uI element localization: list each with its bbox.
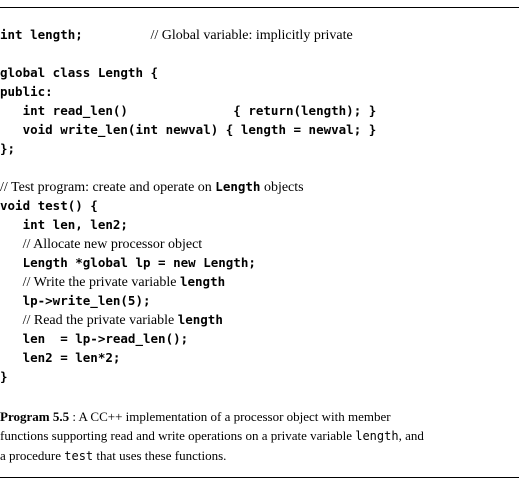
code-comment: // Test program: create and operate on bbox=[0, 180, 216, 195]
code-line: global class Length { bbox=[0, 63, 158, 82]
code-text: len = lp->read_len(); bbox=[0, 331, 189, 346]
code-line: int length; // Global variable: implicit… bbox=[0, 25, 353, 44]
code-text: len2 = len*2; bbox=[0, 350, 121, 365]
caption-line-1: Program 5.5 : A CC++ implementation of a… bbox=[0, 407, 519, 426]
caption-code-test: test bbox=[64, 449, 94, 463]
code-line: }; bbox=[0, 139, 15, 158]
code-line: // Allocate new processor object bbox=[0, 234, 203, 253]
code-comment: // Global variable: implicitly private bbox=[150, 28, 353, 43]
code-line: void write_len(int newval) { length = ne… bbox=[0, 120, 377, 139]
code-line: Length *global lp = new Length; bbox=[0, 253, 256, 272]
caption-label: Program 5.5 bbox=[0, 409, 70, 424]
code-text: lp->write_len(5); bbox=[0, 293, 151, 308]
code-line: int read_len() { return(length); } bbox=[0, 101, 377, 120]
code-text: length bbox=[177, 312, 223, 327]
code-text: global class Length { bbox=[0, 65, 159, 80]
code-line: len = lp->read_len(); bbox=[0, 329, 189, 348]
top-rule bbox=[0, 7, 519, 8]
code-text: length bbox=[179, 274, 226, 289]
code-text: int len, len2; bbox=[0, 217, 128, 232]
code-text: public: bbox=[0, 84, 53, 99]
code-line: public: bbox=[0, 82, 53, 101]
code-line: len2 = len*2; bbox=[0, 348, 121, 367]
code-text: void test() { bbox=[0, 198, 98, 213]
code-text: Length bbox=[215, 179, 261, 194]
code-text: Length *global lp = new Length; bbox=[0, 255, 256, 270]
code-text: void write_len(int newval) { length = ne… bbox=[0, 122, 377, 137]
code-line: } bbox=[0, 367, 8, 386]
caption-text-3b: that uses these functions. bbox=[93, 448, 227, 463]
caption-line-2: functions supporting read and write oper… bbox=[0, 426, 519, 446]
code-text: } bbox=[0, 369, 8, 384]
code-text: int length; bbox=[0, 27, 151, 42]
code-line: void test() { bbox=[0, 196, 98, 215]
code-comment: // Write the private variable bbox=[22, 275, 180, 290]
caption-code-length: length bbox=[355, 429, 399, 443]
caption-text-3: a procedure bbox=[0, 448, 65, 463]
code-comment: objects bbox=[260, 180, 304, 195]
caption-text-2: functions supporting read and write oper… bbox=[0, 428, 356, 443]
caption-line-3: a procedure test that uses these functio… bbox=[0, 446, 519, 466]
code-text: }; bbox=[0, 141, 16, 156]
code-line: // Test program: create and operate on L… bbox=[0, 177, 304, 196]
code-text: int read_len() { return(length); } bbox=[0, 103, 377, 118]
code-line: // Read the private variable length bbox=[0, 310, 223, 329]
code-comment: // Read the private variable bbox=[22, 313, 178, 328]
code-line: lp->write_len(5); bbox=[0, 291, 151, 310]
code-line: int len, len2; bbox=[0, 215, 128, 234]
caption-text-1: : A CC++ implementation of a processor o… bbox=[69, 409, 391, 424]
caption-text-2b: , and bbox=[398, 428, 424, 443]
code-comment: // Allocate new processor object bbox=[22, 237, 203, 252]
program-caption: Program 5.5 : A CC++ implementation of a… bbox=[0, 407, 519, 466]
bottom-rule bbox=[0, 477, 519, 478]
code-line: // Write the private variable length bbox=[0, 272, 226, 291]
